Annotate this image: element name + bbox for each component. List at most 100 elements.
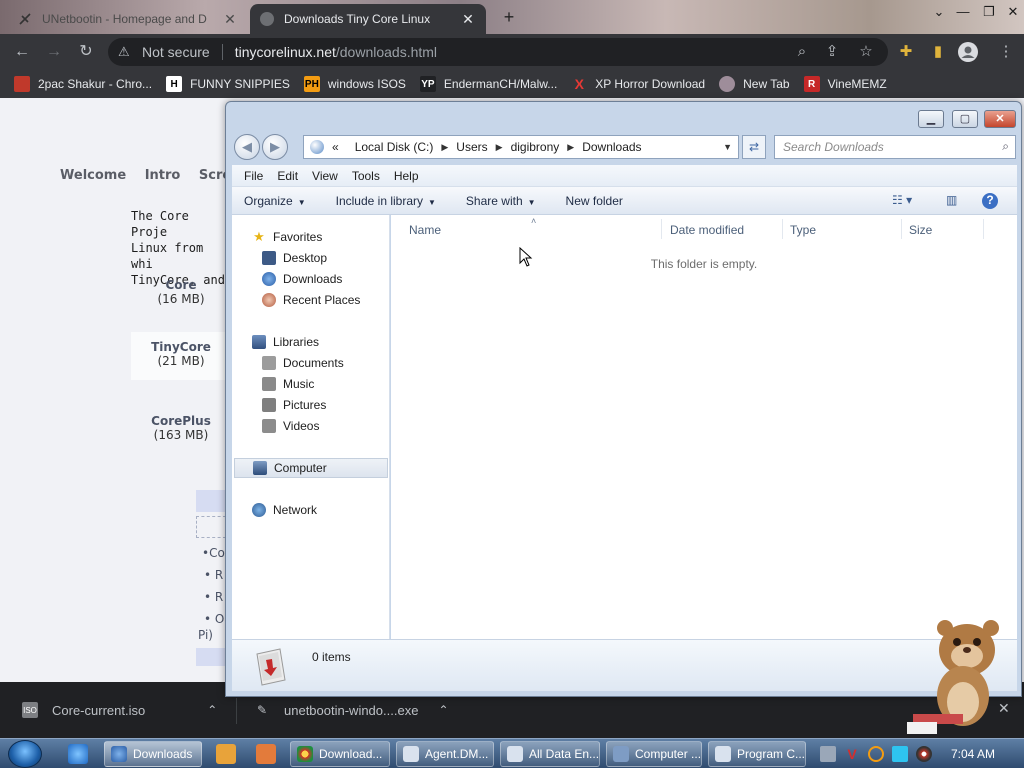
nav-libraries[interactable]: Libraries [252,332,410,352]
tab-downloads-tinycore[interactable]: Downloads Tiny Core Linux ✕ [250,4,486,34]
bullet-item: •Co [202,546,225,560]
profile-avatar-icon[interactable] [958,42,978,62]
view-options-icon[interactable]: ☷ ▾ [892,193,912,209]
column-date-modified[interactable]: Date modified [670,223,744,237]
tray-app-icon[interactable] [820,746,836,762]
iso-file-icon: ISO [22,702,38,718]
start-button[interactable] [8,740,42,768]
close-tab-icon[interactable]: ✕ [460,11,476,28]
column-type[interactable]: Type [790,223,816,237]
navigation-pane: ★ Favorites Desktop Downloads Recent Pla… [232,215,390,639]
side-panel-icon[interactable]: ▮ [928,42,948,62]
breadcrumb[interactable]: « Local Disk (C:) ▶ Users ▶ digibrony ▶ … [303,135,739,159]
tab-unetbootin[interactable]: UNetbootin - Homepage and D ✕ [8,4,248,34]
chevron-down-icon[interactable]: ⌄ [926,2,952,22]
bookmark-2pac[interactable]: 2pac Shakur - Chro... [14,76,152,92]
bookmark-star-icon[interactable]: ☆ [856,42,876,62]
recent-places-icon [262,293,276,307]
breadcrumb-local-disk[interactable]: Local Disk (C:) [355,140,434,154]
breadcrumb-separator-icon[interactable]: ▶ [567,142,574,153]
organize-button[interactable]: Organize ▼ [244,194,306,208]
breadcrumb-digibrony[interactable]: digibrony [511,140,560,154]
download-tinycore[interactable]: TinyCore (21 MB) [131,332,231,380]
menu-help[interactable]: Help [387,169,426,183]
download-item-core-iso[interactable]: ISO Core-current.iso ⌃ [22,696,217,724]
reload-icon[interactable]: ↻ [74,40,98,64]
refresh-icon[interactable]: ⇄ [742,135,766,159]
bookmark-vinememz[interactable]: R VineMEMZ [803,76,887,92]
bookmark-endermanch[interactable]: YP EndermanCH/Malw... [419,76,557,92]
close-icon[interactable]: ✕ [984,110,1016,128]
nav-link-welcome[interactable]: Welcome [60,168,126,183]
breadcrumb-users[interactable]: Users [456,140,487,154]
download-coreplus[interactable]: CorePlus (163 MB) [131,406,231,454]
help-icon[interactable]: ? [982,193,998,209]
nav-favorites[interactable]: ★ Favorites [252,227,410,247]
forward-arrow-icon[interactable]: → [42,40,66,64]
taskbar-computer[interactable]: Computer ... [606,741,702,767]
download-item-unetbootin[interactable]: ✎ unetbootin-windo....exe ⌃ [254,696,449,724]
bookmark-windows-isos[interactable]: PH windows ISOS [303,76,406,92]
tray-search-icon[interactable] [868,746,884,762]
tray-monitor-icon[interactable] [892,746,908,762]
back-arrow-icon[interactable]: ◀ [234,134,260,160]
tray-v-icon[interactable]: V [844,746,860,762]
forward-arrow-icon[interactable]: ▶ [262,134,288,160]
new-tab-button[interactable]: + [498,6,520,28]
chevron-up-icon[interactable]: ⌃ [207,703,217,717]
taskbar-chrome-downloads[interactable]: Download... [290,741,390,767]
share-icon[interactable]: ⇪ [822,42,842,62]
app-shortcut-icon[interactable] [256,744,276,764]
breadcrumb-overflow[interactable]: « [332,140,339,154]
taskbar-all-data[interactable]: All Data En... [500,741,600,767]
divider [236,698,237,724]
address-bar[interactable]: ⚠ Not secure tinycorelinux.net /download… [108,38,888,66]
chevron-up-icon[interactable]: ⌃ [438,703,448,717]
minimize-icon[interactable]: ▁ [918,110,944,128]
taskbar-agent-dm[interactable]: Agent.DM... [396,741,494,767]
chevron-down-icon[interactable]: ▼ [723,142,732,152]
tray-record-icon[interactable] [916,746,932,762]
nav-network[interactable]: Network [252,500,410,520]
file-list[interactable]: Name ˄ Date modified Type Size This fold… [391,215,1017,639]
media-player-icon[interactable] [216,744,236,764]
share-with-button[interactable]: Share with ▼ [466,194,536,208]
download-name: CorePlus [151,414,211,428]
search-input[interactable]: Search Downloads ⌕ [774,135,1016,159]
bookmark-funny-snippies[interactable]: H FUNNY SNIPPIES [166,76,290,92]
bookmark-new-tab[interactable]: New Tab [719,76,790,92]
breadcrumb-separator-icon[interactable]: ▶ [496,142,503,153]
blue-box [196,648,226,666]
breadcrumb-separator-icon[interactable]: ▶ [441,142,448,153]
download-core[interactable]: Core (16 MB) [131,270,231,318]
search-icon[interactable]: ⌕ [792,42,812,62]
nav-computer[interactable]: Computer [234,458,388,478]
column-name[interactable]: Name [409,223,441,237]
bookmark-xp-horror[interactable]: X XP Horror Download [571,76,706,92]
breadcrumb-downloads[interactable]: Downloads [582,140,641,154]
new-folder-button[interactable]: New folder [566,194,623,208]
taskbar-program-c[interactable]: Program C... [708,741,806,767]
menu-view[interactable]: View [305,169,345,183]
column-size[interactable]: Size [909,223,932,237]
preview-pane-icon[interactable]: ▥ [946,193,957,209]
include-in-library-button[interactable]: Include in library ▼ [336,194,436,208]
back-arrow-icon[interactable]: ← [10,40,34,64]
menu-tools[interactable]: Tools [345,169,387,183]
internet-explorer-icon[interactable] [68,744,88,764]
close-tab-icon[interactable]: ✕ [222,11,238,28]
extensions-puzzle-icon[interactable]: ✚ [896,42,916,62]
search-icon[interactable]: ⌕ [1002,139,1009,154]
clock[interactable]: 7:04 AM [951,747,995,761]
close-window-icon[interactable]: ✕ [1000,2,1024,22]
menu-file[interactable]: File [237,169,270,183]
kebab-menu-icon[interactable]: ⋮ [996,42,1016,62]
maximize-icon[interactable]: ❐ [976,2,1002,22]
computer-icon [613,746,629,762]
minimize-icon[interactable]: — [950,2,976,22]
taskbar-downloads[interactable]: Downloads [104,741,202,767]
explorer-title-bar[interactable]: ▁ ▢ ✕ [226,102,1021,130]
nav-link-intro[interactable]: Intro [145,168,181,183]
maximize-icon[interactable]: ▢ [952,110,978,128]
menu-edit[interactable]: Edit [270,169,305,183]
